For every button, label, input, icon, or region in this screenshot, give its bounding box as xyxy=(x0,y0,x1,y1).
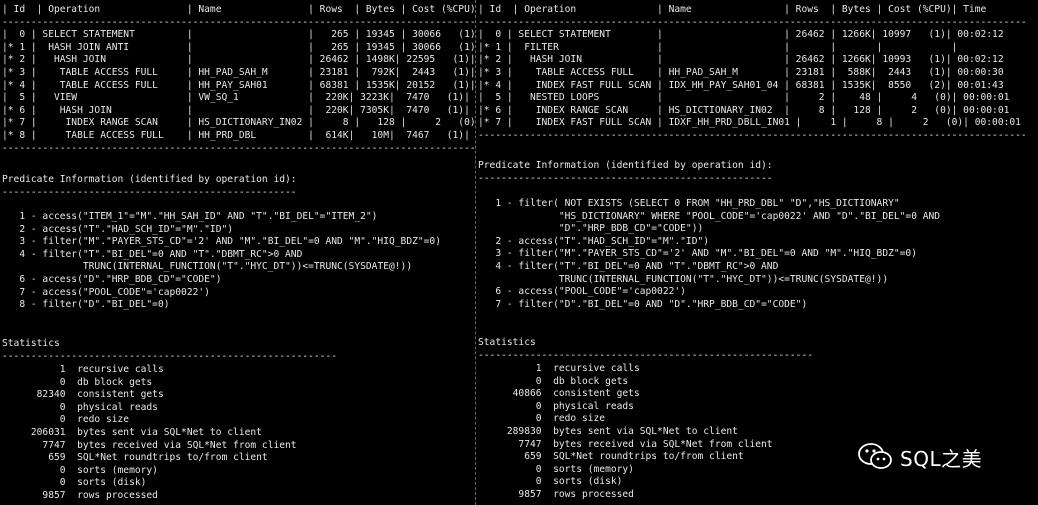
left-predicate-title: Predicate Information (identified by ope… xyxy=(2,174,297,198)
right-statistics-title: Statistics -----------------------------… xyxy=(478,337,814,361)
left-predicate-list: 1 - access("ITEM_1"="M"."HH_SAH_ID" AND … xyxy=(19,211,441,311)
left-statistics-list: 1 recursive calls 0 db block gets 82340 … xyxy=(30,364,297,501)
right-predicate-title: Predicate Information (identified by ope… xyxy=(478,160,773,184)
wechat-icon xyxy=(858,443,892,469)
left-terminal-pane: | Id | Operation | Name | Rows | Bytes |… xyxy=(0,0,476,505)
watermark-text: SQL之美 xyxy=(900,446,983,471)
right-statistics-list: 1 recursive calls 0 db block gets 40866 … xyxy=(506,363,773,500)
right-terminal-pane: | Id | Operation | Name | Rows | Bytes |… xyxy=(476,0,1038,505)
watermark-logo: SQL之美 xyxy=(858,441,982,473)
left-execution-plan-table: | Id | Operation | Name | Rows | Bytes |… xyxy=(2,4,476,154)
left-statistics-title: Statistics -----------------------------… xyxy=(2,338,338,362)
right-execution-plan-table: | Id | Operation | Name | Rows | Bytes |… xyxy=(478,4,1027,141)
right-predicate-list: 1 - filter( NOT EXISTS (SELECT 0 FROM "H… xyxy=(495,198,941,310)
